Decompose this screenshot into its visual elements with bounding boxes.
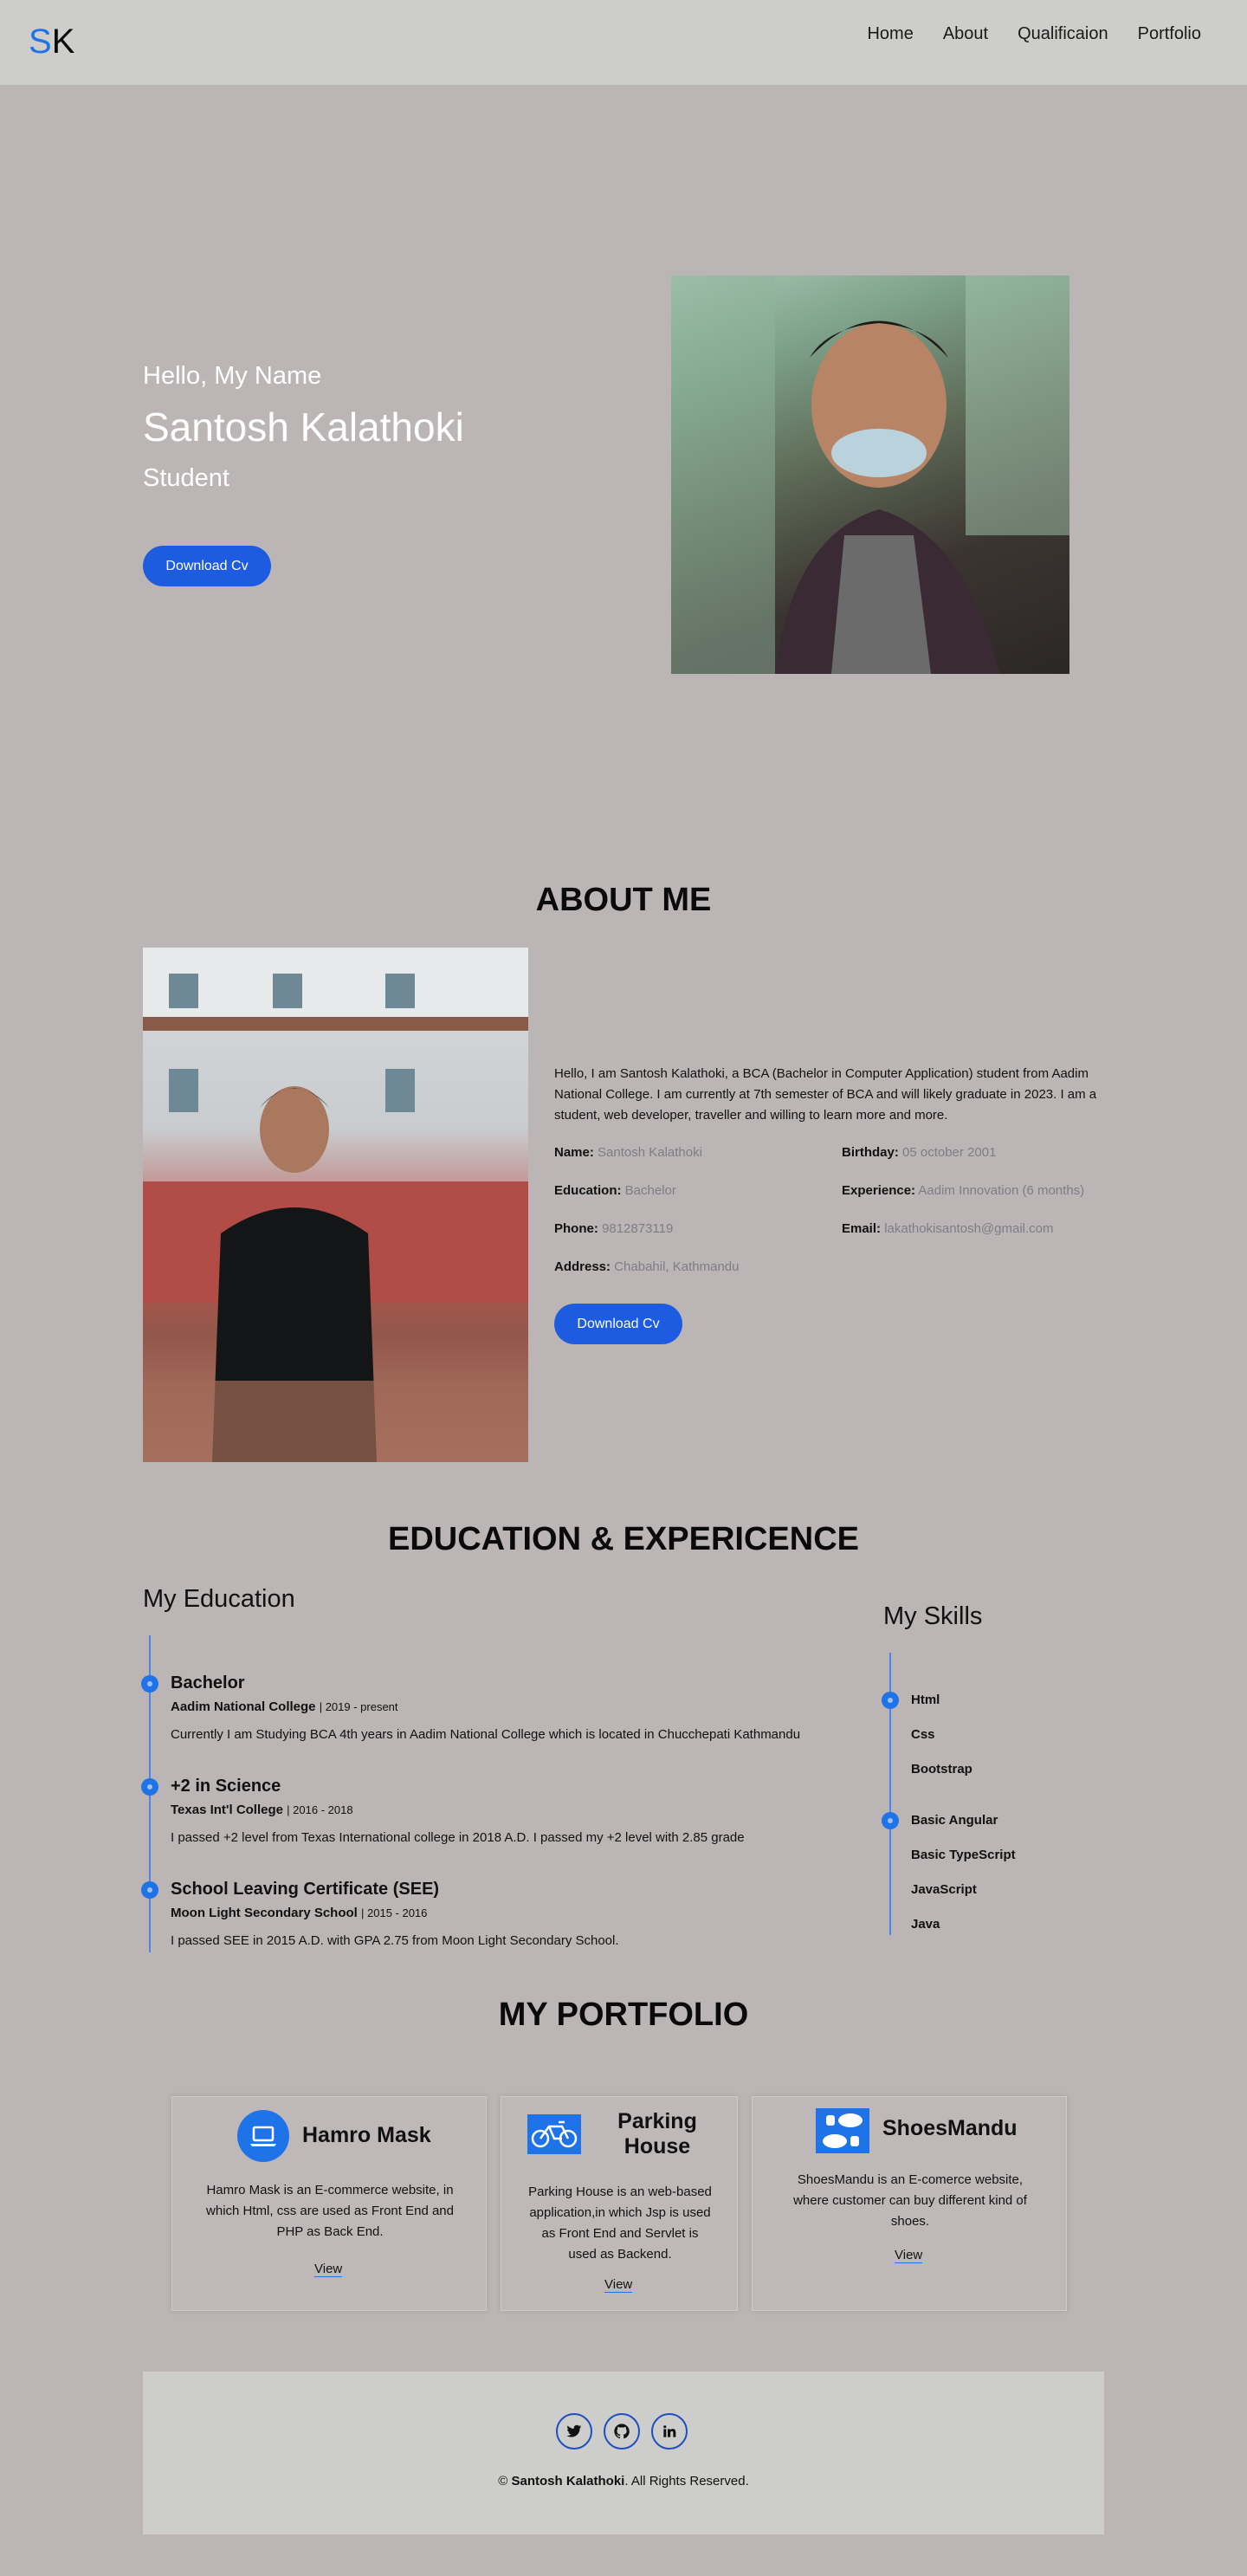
about-profile-photo — [143, 948, 528, 1462]
main-nav: Home About Qualificaion Portfolio — [867, 24, 1201, 44]
skill-item: Html — [911, 1693, 940, 1707]
hero-role: Student — [143, 464, 229, 492]
info-address: Address: Chabahil, Kathmandu — [554, 1259, 739, 1274]
institution-name: Aadim National College — [171, 1699, 316, 1714]
card-view-link[interactable]: View — [895, 2248, 923, 2263]
institution-years: | 2016 - 2018 — [287, 1803, 353, 1816]
portfolio-card: Parking House Parking House is an web-ba… — [501, 2096, 738, 2311]
info-address-value: Chabahil, Kathmandu — [614, 1259, 740, 1274]
timeline-dot — [882, 1812, 899, 1829]
info-experience: Experience: Aadim Innovation (6 months) — [842, 1183, 1084, 1198]
info-name-label: Name: — [554, 1145, 594, 1160]
logo-letter-s: S — [29, 23, 52, 61]
timeline-dot — [141, 1778, 158, 1796]
skill-item: Basic TypeScript — [911, 1848, 1016, 1862]
card-title: Parking House — [617, 2109, 697, 2159]
info-education-value: Bachelor — [624, 1183, 676, 1198]
institution-years: | 2019 - present — [319, 1700, 398, 1713]
skill-item: Css — [911, 1727, 935, 1742]
timeline-dot — [141, 1881, 158, 1899]
bicycle-icon — [527, 2114, 581, 2154]
info-name-value: Santosh Kalathoki — [598, 1145, 702, 1160]
education-institution: Aadim National College | 2019 - present — [171, 1699, 398, 1714]
info-email-label: Email: — [842, 1221, 882, 1236]
card-description: Hamro Mask is an E-commerce website, in … — [206, 2183, 454, 2239]
my-skills-heading: My Skills — [883, 1602, 983, 1630]
copyright-prefix: © — [498, 2474, 512, 2489]
copyright-name: Santosh Kalathoki — [511, 2474, 625, 2489]
info-birthday-label: Birthday: — [842, 1145, 899, 1160]
portfolio-card: ShoesMandu ShoesMandu is an E-comerce we… — [752, 2096, 1067, 2311]
info-birthday: Birthday: 05 october 2001 — [842, 1145, 996, 1160]
about-description: Hello, I am Santosh Kalathoki, a BCA (Ba… — [554, 1066, 1097, 1123]
nav-portfolio[interactable]: Portfolio — [1138, 24, 1201, 44]
institution-years: | 2015 - 2016 — [361, 1906, 428, 1919]
copyright: © Santosh Kalathoki. All Rights Reserved… — [143, 2474, 1104, 2489]
info-address-label: Address: — [554, 1259, 611, 1274]
linkedin-icon[interactable] — [651, 2413, 688, 2450]
github-icon[interactable] — [604, 2413, 640, 2450]
nav-home[interactable]: Home — [867, 24, 913, 44]
portfolio-card: Hamro Mask Hamro Mask is an E-commerce w… — [171, 2096, 487, 2311]
education-title: Bachelor — [171, 1673, 245, 1693]
card-title: Hamro Mask — [302, 2123, 431, 2147]
shoe-prints-icon — [816, 2108, 869, 2153]
nav-qualification[interactable]: Qualificaion — [1018, 24, 1108, 44]
download-cv-button[interactable]: Download Cv — [143, 546, 271, 586]
info-experience-value: Aadim Innovation (6 months) — [918, 1183, 1085, 1198]
info-phone-value: 9812873119 — [602, 1221, 674, 1236]
education-heading: EDUCATION & EXPERICENCE — [387, 1521, 860, 1557]
info-email-value: lakathokisantosh@gmail.com — [884, 1221, 1054, 1236]
info-phone-label: Phone: — [554, 1221, 598, 1236]
laptop-icon — [237, 2110, 289, 2162]
portfolio-heading: MY PORTFOLIO — [498, 1997, 749, 2033]
card-view-link[interactable]: View — [604, 2277, 633, 2293]
card-view-link[interactable]: View — [314, 2262, 343, 2277]
hero-profile-photo — [671, 275, 1069, 674]
institution-name: Texas Int'l College — [171, 1803, 283, 1817]
info-experience-label: Experience: — [842, 1183, 916, 1198]
info-education: Education: Bachelor — [554, 1183, 676, 1198]
info-email: Email: lakathokisantosh@gmail.com — [842, 1221, 1054, 1236]
twitter-icon[interactable] — [556, 2413, 592, 2450]
education-institution: Texas Int'l College | 2016 - 2018 — [171, 1803, 353, 1817]
info-birthday-value: 05 october 2001 — [902, 1145, 997, 1160]
hero-greeting: Hello, My Name — [143, 362, 322, 390]
card-title: ShoesMandu — [882, 2116, 1018, 2140]
education-description: I passed +2 level from Texas Internation… — [171, 1830, 745, 1845]
info-education-label: Education: — [554, 1183, 622, 1198]
logo-letter-k: K — [51, 23, 75, 61]
my-education-heading: My Education — [143, 1585, 295, 1613]
about-heading: ABOUT ME — [535, 882, 712, 918]
timeline-dot — [882, 1692, 899, 1709]
site-footer: © Santosh Kalathoki. All Rights Reserved… — [143, 2372, 1104, 2534]
timeline-dot — [141, 1675, 158, 1693]
info-name: Name: Santosh Kalathoki — [554, 1145, 702, 1160]
logo[interactable]: SK — [29, 23, 74, 61]
card-description: ShoesMandu is an E-comerce website, wher… — [793, 2172, 1027, 2229]
institution-name: Moon Light Secondary School — [171, 1906, 358, 1920]
education-institution: Moon Light Secondary School | 2015 - 201… — [171, 1906, 427, 1920]
skill-item: Bootstrap — [911, 1762, 972, 1777]
education-description: I passed SEE in 2015 A.D. with GPA 2.75 … — [171, 1933, 619, 1948]
info-phone: Phone: 9812873119 — [554, 1221, 673, 1236]
copyright-suffix: . All Rights Reserved. — [624, 2474, 749, 2489]
education-title: +2 in Science — [171, 1777, 281, 1796]
card-description: Parking House is an web-based applicatio… — [528, 2184, 712, 2262]
skill-item: Java — [911, 1917, 940, 1932]
about-download-cv-button[interactable]: Download Cv — [554, 1304, 682, 1344]
nav-about[interactable]: About — [943, 24, 988, 44]
education-description: Currently I am Studying BCA 4th years in… — [171, 1727, 801, 1742]
skill-item: Basic Angular — [911, 1813, 998, 1828]
skill-item: JavaScript — [911, 1882, 977, 1897]
education-title: School Leaving Certificate (SEE) — [171, 1880, 440, 1899]
hero-name: Santosh Kalathoki — [143, 405, 464, 450]
site-header: SK Home About Qualificaion Portfolio — [0, 0, 1247, 85]
